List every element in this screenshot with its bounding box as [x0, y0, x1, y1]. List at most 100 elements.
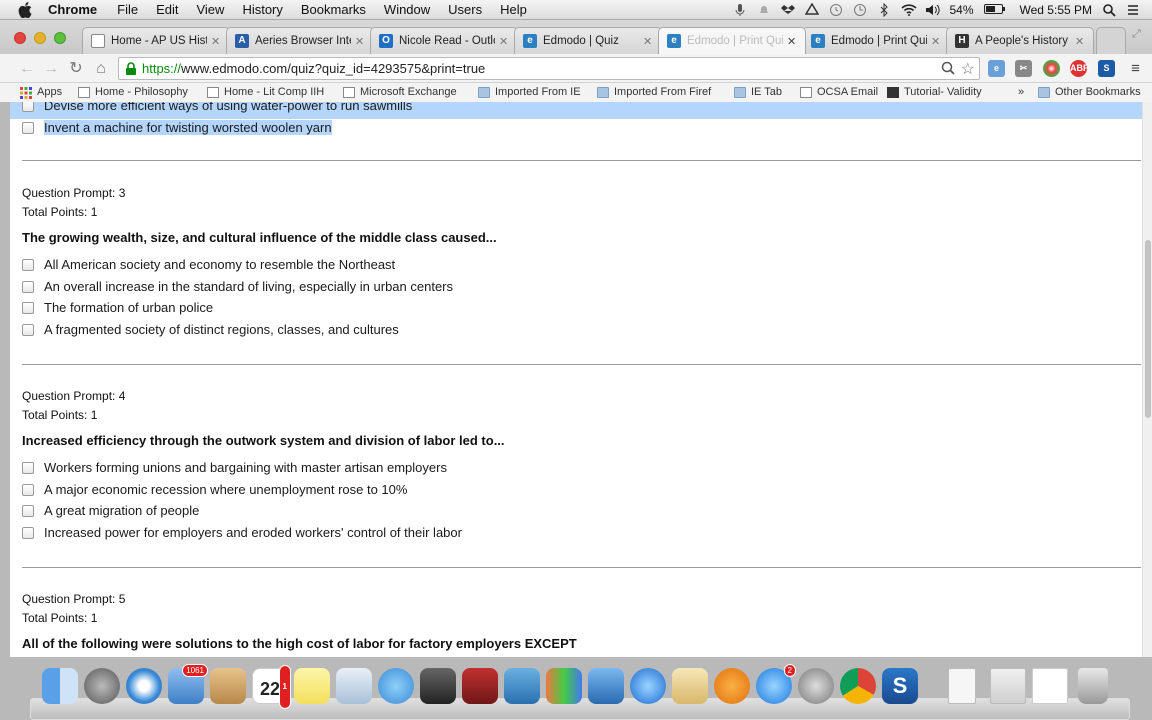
tab-outlook[interactable]: O Nicole Read - Outlo ✕	[370, 27, 518, 54]
system-preferences-icon[interactable]	[798, 668, 834, 704]
downloads-stack-icon[interactable]	[1032, 668, 1068, 704]
bookmark-ocsa-email[interactable]: OCSA Email	[800, 86, 878, 98]
keynote-icon[interactable]	[588, 668, 624, 704]
safari-icon[interactable]	[126, 668, 162, 704]
bookmark-home-philosophy[interactable]: Home - Philosophy	[78, 86, 188, 98]
menu-help[interactable]: Help	[500, 2, 527, 17]
answer-option[interactable]: A fragmented society of distinct regions…	[22, 322, 399, 337]
answer-option[interactable]: Invent a machine for twisting worsted wo…	[22, 120, 332, 135]
fullscreen-icon[interactable]: ⤢	[1132, 28, 1141, 41]
trash-icon[interactable]	[1078, 668, 1108, 704]
clock-icon[interactable]	[853, 3, 867, 17]
close-tab-icon[interactable]: ✕	[499, 35, 509, 48]
answer-checkbox[interactable]	[22, 102, 34, 112]
menubar-clock[interactable]: Wed 5:55 PM	[1020, 3, 1092, 17]
notes-icon[interactable]	[294, 668, 330, 704]
tab-peoples-history[interactable]: H A People's History of ✕	[946, 27, 1094, 54]
skitch-s-icon[interactable]: S	[882, 668, 918, 704]
photo-booth-icon[interactable]	[462, 668, 498, 704]
mail-icon[interactable]: 1061	[168, 664, 208, 704]
close-tab-icon[interactable]: ✕	[931, 35, 941, 48]
answer-option[interactable]: The formation of urban police	[22, 300, 213, 315]
app-store-icon[interactable]: 2	[756, 664, 796, 704]
bookmark-tutorial-validity[interactable]: Tutorial- Validity	[887, 86, 982, 98]
notification-center-icon[interactable]	[1126, 3, 1140, 17]
new-tab-button[interactable]	[1096, 27, 1126, 54]
answer-checkbox[interactable]	[22, 483, 34, 496]
calendar-icon[interactable]: 22 1	[252, 665, 291, 709]
answer-option[interactable]: Workers forming unions and bargaining wi…	[22, 460, 447, 475]
bookmark-microsoft-exchange[interactable]: Microsoft Exchange	[343, 86, 457, 98]
answer-option[interactable]: Increased power for employers and eroded…	[22, 525, 462, 540]
bookmark-apps[interactable]: Apps	[20, 86, 62, 99]
answer-checkbox[interactable]	[22, 504, 34, 517]
menu-edit[interactable]: Edit	[156, 2, 178, 17]
menu-window[interactable]: Window	[384, 2, 430, 17]
bookmark-home-lit-comp[interactable]: Home - Lit Comp IIH	[207, 86, 324, 98]
vertical-scrollbar[interactable]	[1142, 102, 1152, 657]
notification-bell-icon[interactable]	[757, 3, 771, 17]
menu-users[interactable]: Users	[448, 2, 482, 17]
chrome-menu-icon[interactable]: ≡	[1127, 60, 1144, 77]
dropbox-icon[interactable]	[781, 3, 796, 17]
close-tab-icon[interactable]: ✕	[643, 35, 653, 48]
tab-home-ap-us-history[interactable]: Home - AP US Histo ✕	[82, 27, 230, 54]
drive-icon[interactable]	[805, 2, 820, 17]
menu-file[interactable]: File	[117, 2, 138, 17]
zoom-magnifier-icon[interactable]	[941, 61, 955, 78]
extension-tools-icon[interactable]: ✂	[1015, 60, 1032, 77]
answer-checkbox[interactable]	[22, 526, 34, 539]
launchpad-icon[interactable]	[84, 668, 120, 704]
extension-color-icon[interactable]	[1043, 60, 1060, 77]
minimize-window-icon[interactable]	[34, 32, 46, 44]
ibooks-icon[interactable]	[714, 668, 750, 704]
itunes-icon[interactable]	[630, 668, 666, 704]
bookmark-star-icon[interactable]: ☆	[961, 59, 975, 79]
extension-s-icon[interactable]: S	[1098, 60, 1115, 77]
messages-icon[interactable]	[378, 668, 414, 704]
close-tab-icon[interactable]: ✕	[787, 35, 797, 48]
answer-checkbox[interactable]	[22, 121, 34, 134]
finder-icon[interactable]	[42, 668, 78, 704]
answer-checkbox[interactable]	[22, 301, 34, 314]
bookmark-folder-imported-ie[interactable]: Imported From IE	[478, 86, 581, 98]
forward-arrow-icon[interactable]: →	[42, 60, 60, 78]
answer-option[interactable]: A major economic recession where unemplo…	[22, 482, 407, 497]
stack-files-icon[interactable]	[990, 668, 1026, 704]
bookmark-folder-other-bookmarks[interactable]: Other Bookmarks	[1038, 86, 1141, 98]
extension-ie-tab-icon[interactable]: e	[988, 60, 1005, 77]
tab-edmodo-print-quiz[interactable]: e Edmodo | Print Quiz ✕	[802, 27, 950, 54]
answer-checkbox[interactable]	[22, 323, 34, 336]
pages-icon[interactable]	[672, 668, 708, 704]
spotlight-search-icon[interactable]	[1102, 3, 1116, 17]
close-tab-icon[interactable]: ✕	[355, 35, 365, 48]
document-icon[interactable]	[948, 668, 976, 704]
address-bar[interactable]: https://www.edmodo.com/quiz?quiz_id=4293…	[118, 57, 980, 80]
close-tab-icon[interactable]: ✕	[1075, 35, 1085, 48]
tab-aeries-browser[interactable]: A Aeries Browser Inter ✕	[226, 27, 374, 54]
bluetooth-icon[interactable]	[877, 2, 891, 18]
answer-checkbox[interactable]	[22, 280, 34, 293]
bookmark-folder-imported-firefox[interactable]: Imported From Firef	[597, 86, 714, 98]
answer-option[interactable]: An overall increase in the standard of l…	[22, 279, 453, 294]
bookmarks-overflow-chevron[interactable]: »	[1018, 86, 1024, 98]
close-window-icon[interactable]	[14, 32, 26, 44]
battery-icon[interactable]	[983, 3, 1006, 17]
facetime-icon[interactable]	[420, 668, 456, 704]
time-machine-icon[interactable]	[829, 3, 843, 17]
reminders-icon[interactable]	[336, 668, 372, 704]
chrome-icon[interactable]	[840, 668, 876, 704]
reload-icon[interactable]: ↻	[67, 60, 85, 78]
wifi-icon[interactable]	[901, 3, 918, 17]
answer-checkbox[interactable]	[22, 461, 34, 474]
answer-option[interactable]: A great migration of people	[22, 503, 199, 518]
iphoto-icon[interactable]	[504, 668, 540, 704]
back-arrow-icon[interactable]: ←	[18, 60, 36, 78]
menu-chrome[interactable]: Chrome	[48, 2, 97, 17]
answer-option[interactable]: Devise more efficient ways of using wate…	[22, 102, 412, 113]
volume-icon[interactable]	[925, 3, 941, 17]
zoom-window-icon[interactable]	[54, 32, 66, 44]
tab-edmodo-quiz[interactable]: e Edmodo | Quiz ✕	[514, 27, 662, 54]
tab-edmodo-print-quiz-active[interactable]: e Edmodo | Print Quiz ✕	[658, 27, 806, 54]
microphone-icon[interactable]	[733, 3, 747, 17]
